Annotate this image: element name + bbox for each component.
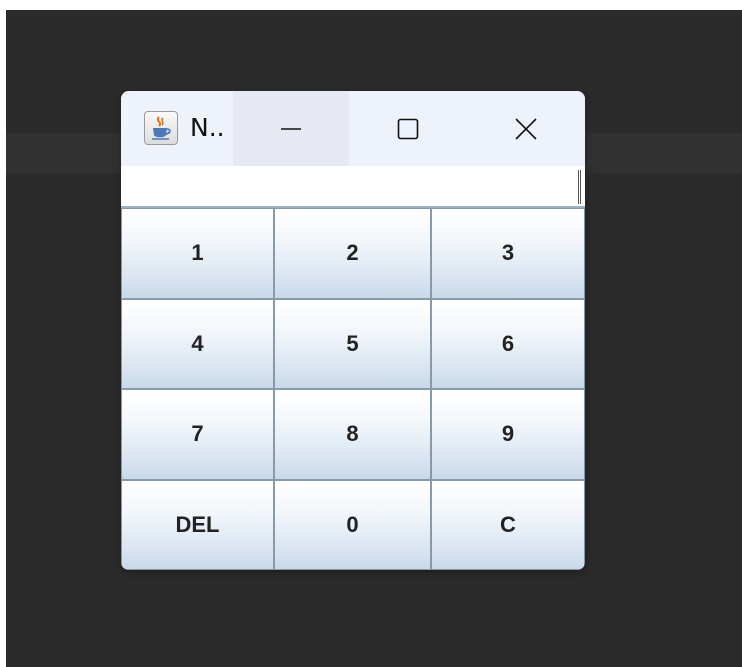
desktop-background: N.. 1 2 3 4 5 6 7 8 9 DEL 0 C [6,10,742,667]
display-field-container [121,166,585,208]
keypad-grid: 1 2 3 4 5 6 7 8 9 DEL 0 C [121,208,585,570]
key-1[interactable]: 1 [121,208,274,299]
key-5[interactable]: 5 [274,298,431,389]
title-bar[interactable]: N.. [121,91,585,166]
minimize-icon [281,127,301,130]
key-9[interactable]: 9 [431,389,585,480]
maximize-icon [397,118,419,139]
close-button[interactable] [467,91,585,166]
text-caret [578,170,581,204]
key-6[interactable]: 6 [431,298,585,389]
keypad-window: N.. 1 2 3 4 5 6 7 8 9 DEL 0 C [121,91,585,570]
java-coffee-icon[interactable] [144,111,178,145]
key-8[interactable]: 8 [274,389,431,480]
key-7[interactable]: 7 [121,389,274,480]
key-0[interactable]: 0 [274,479,431,570]
maximize-button[interactable] [350,91,466,166]
display-field[interactable] [123,168,573,202]
key-3[interactable]: 3 [431,208,585,299]
window-title: N.. [190,113,225,142]
key-2[interactable]: 2 [274,208,431,299]
close-icon [515,117,537,140]
clear-button[interactable]: C [431,479,585,570]
minimize-button[interactable] [233,91,349,166]
key-4[interactable]: 4 [121,298,274,389]
delete-button[interactable]: DEL [121,479,274,570]
